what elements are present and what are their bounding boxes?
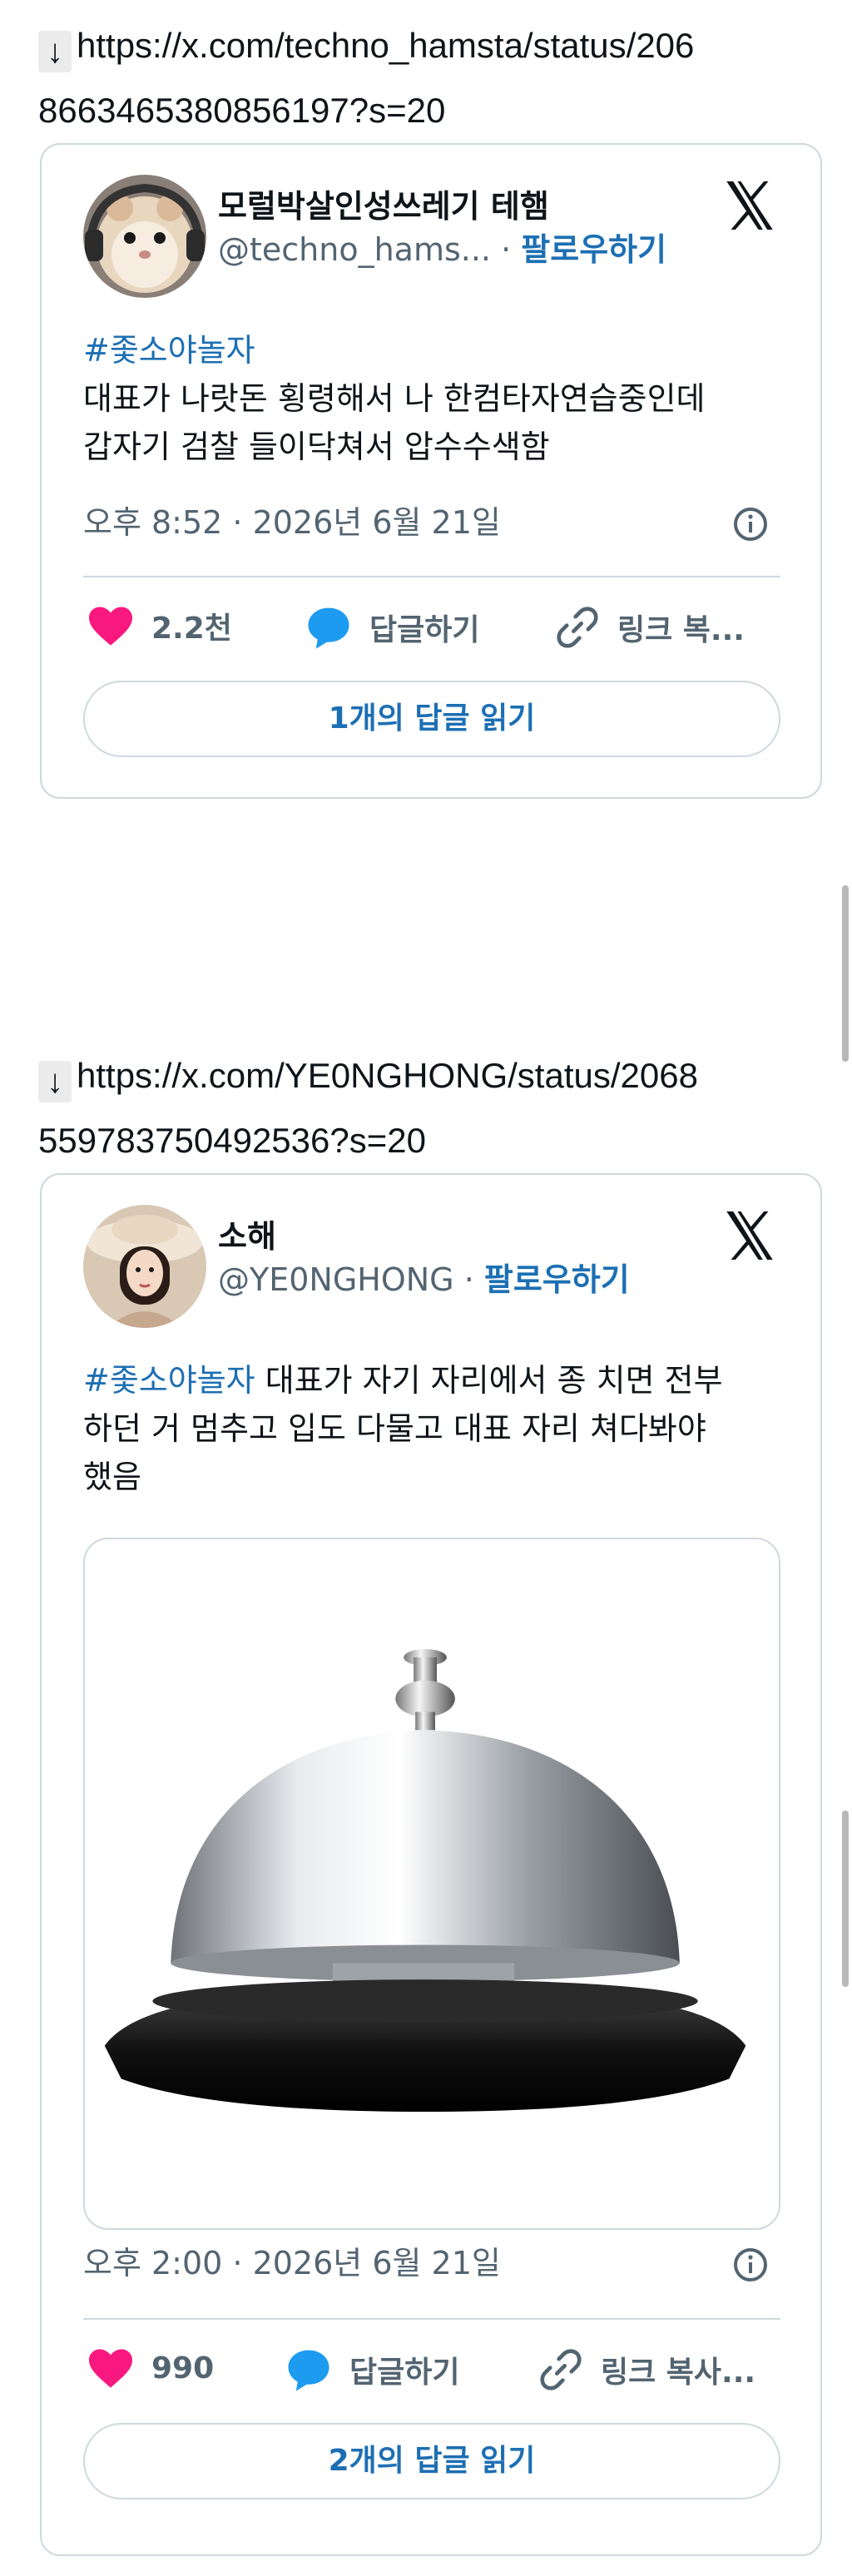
link-line-1b[interactable]: 8663465380856197?s=20 — [38, 78, 837, 143]
service-bell-icon — [104, 1649, 746, 2113]
reply-label: 답글하기 — [369, 613, 480, 647]
avatar[interactable] — [83, 175, 206, 298]
timestamp[interactable]: 오후 2:00 · 2026년 6월 21일 — [83, 2242, 501, 2285]
speech-bubble-icon — [308, 607, 349, 649]
url-text-2a[interactable]: https://x.com/YE0NGHONG/status/2068 — [77, 1056, 698, 1095]
info-icon[interactable] — [732, 506, 769, 542]
tweet-card-2[interactable]: 소해 @YE0NGHONG · 팔로우하기 #좇소야놀자 대표가 자기 자리에서… — [40, 1173, 822, 2556]
link-icon — [557, 607, 598, 648]
copy-link-label: 링크 복사... — [601, 2356, 756, 2390]
copy-link-label: 링크 복... — [617, 613, 745, 647]
like-count: 2.2천 — [151, 612, 232, 646]
scrollbar[interactable] — [842, 885, 849, 1062]
divider — [83, 576, 780, 577]
read-replies-button[interactable]: 1개의 답글 읽기 — [83, 681, 780, 757]
author-handle[interactable]: @techno_hams... — [218, 231, 491, 268]
reply-label: 답글하기 — [349, 2356, 460, 2390]
author-handle-line: @YE0NGHONG · 팔로우하기 — [218, 1258, 630, 1301]
author-handle[interactable]: @YE0NGHONG — [218, 1261, 454, 1298]
media-image[interactable] — [83, 1538, 780, 2230]
x-logo-icon[interactable] — [722, 1208, 777, 1263]
hashtag-link[interactable]: #좇소야놀자 — [83, 1362, 255, 1399]
speech-bubble-icon — [288, 2350, 329, 2391]
link-line-2b[interactable]: 559783750492536?s=20 — [38, 1108, 837, 1173]
tweet-text-line: 하던 거 멈추고 입도 다물고 대표 자리 쳐다봐야 — [83, 1410, 706, 1447]
heart-icon — [89, 607, 132, 646]
divider — [83, 2318, 780, 2320]
arrow-down-icon: ↓ — [38, 31, 72, 72]
like-count: 990 — [151, 2351, 215, 2385]
link-line-1[interactable]: ↓ https://x.com/techno_hamsta/status/206 — [38, 13, 837, 78]
info-icon[interactable] — [732, 2247, 769, 2283]
author-name[interactable]: 소해 — [218, 1215, 630, 1258]
author-block: 모럴박살인성쓰레기 테햄 @techno_hams... · 팔로우하기 — [218, 185, 666, 271]
scrollbar[interactable] — [842, 1811, 849, 1987]
copy-link-button[interactable]: 링크 복사... — [537, 2346, 755, 2393]
copy-link-button[interactable]: 링크 복... — [554, 604, 745, 651]
x-logo-icon[interactable] — [722, 178, 777, 233]
author-block: 소해 @YE0NGHONG · 팔로우하기 — [218, 1215, 630, 1301]
arrow-down-icon: ↓ — [38, 1061, 72, 1102]
woman-avatar-icon — [83, 1205, 206, 1328]
author-name[interactable]: 모럴박살인성쓰레기 테햄 — [218, 185, 666, 228]
url-text-1b[interactable]: 8663465380856197?s=20 — [38, 91, 445, 130]
tweet-text: #좇소야놀자 대표가 나랏돈 횡령해서 나 한컴타자연습중인데 갑자기 검찰 들… — [83, 326, 787, 471]
like-button[interactable]: 990 — [87, 2346, 214, 2390]
timestamp[interactable]: 오후 8:52 · 2026년 6월 21일 — [83, 501, 501, 544]
tweet-card-1[interactable]: 모럴박살인성쓰레기 테햄 @techno_hams... · 팔로우하기 #좇소… — [40, 143, 822, 799]
separator-dot: · — [463, 1261, 484, 1298]
hamster-avatar-icon — [83, 175, 206, 298]
tweet-text-line: 갑자기 검찰 들이닥쳐서 압수수색함 — [83, 429, 550, 465]
heart-icon — [89, 2349, 132, 2388]
follow-button[interactable]: 팔로우하기 — [521, 231, 666, 268]
link-icon — [540, 2349, 582, 2390]
reply-button[interactable]: 답글하기 — [285, 2346, 459, 2393]
tweet-text-line: 했음 — [83, 1459, 141, 1495]
url-text-2b[interactable]: 559783750492536?s=20 — [38, 1121, 426, 1160]
author-handle-line: @techno_hams... · 팔로우하기 — [218, 228, 666, 271]
like-button[interactable]: 2.2천 — [87, 604, 232, 647]
link-line-2[interactable]: ↓ https://x.com/YE0NGHONG/status/2068 — [38, 1043, 837, 1108]
hashtag-link[interactable]: #좇소야놀자 — [83, 326, 787, 374]
follow-button[interactable]: 팔로우하기 — [484, 1261, 630, 1298]
avatar[interactable] — [83, 1205, 206, 1328]
tweet-text: #좇소야놀자 대표가 자기 자리에서 종 치면 전부 하던 거 멈추고 입도 다… — [83, 1356, 787, 1501]
reply-button[interactable]: 답글하기 — [305, 604, 479, 651]
url-text-1a[interactable]: https://x.com/techno_hamsta/status/206 — [77, 26, 694, 65]
read-replies-button[interactable]: 2개의 답글 읽기 — [83, 2423, 780, 2499]
tweet-text-line: 대표가 나랏돈 횡령해서 나 한컴타자연습중인데 — [83, 380, 706, 417]
separator-dot: · — [501, 231, 522, 268]
tweet-text-rest: 대표가 자기 자리에서 종 치면 전부 — [255, 1362, 723, 1399]
tweet-text-line: #좇소야놀자 대표가 자기 자리에서 종 치면 전부 — [83, 1356, 787, 1404]
